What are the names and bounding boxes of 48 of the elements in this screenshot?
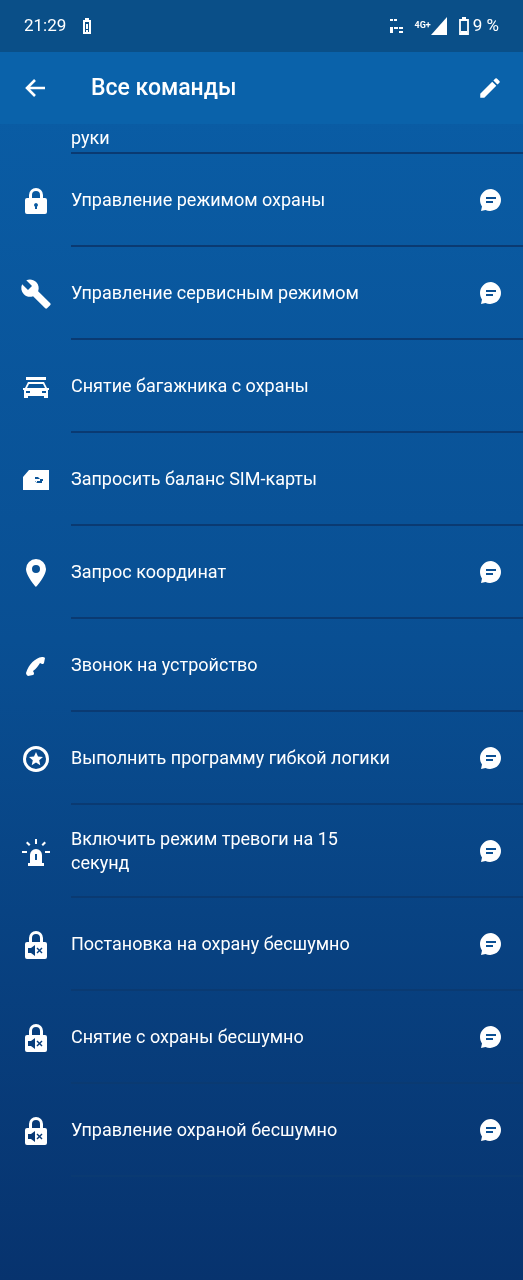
battery-icon [458, 17, 469, 35]
command-label: Включить режим тревоги на 15 секунд [71, 826, 339, 875]
command-item[interactable]: Управление сервисным режимом [0, 247, 523, 340]
command-label: Звонок на устройство [71, 652, 258, 677]
command-item[interactable]: Снятие багажника с охраны [0, 340, 523, 433]
command-label: Управление режимом охраны [71, 187, 326, 212]
message-icon[interactable] [479, 931, 503, 956]
message-icon[interactable] [479, 1117, 503, 1142]
command-item[interactable]: Запросить баланс SIM-карты [0, 433, 523, 526]
command-label: Запрос координат [71, 559, 227, 584]
command-label: Снятие с охраны бесшумно [71, 1024, 304, 1049]
clock: 21:29 [24, 14, 67, 38]
command-label: Постановка на охрану бесшумно [71, 931, 350, 956]
sim-card-icon [20, 468, 51, 491]
message-icon[interactable] [479, 745, 503, 770]
edit-pencil-icon[interactable] [477, 75, 503, 101]
command-label: Выполнить программу гибкой логики [71, 745, 390, 770]
location-pin-icon [24, 557, 47, 588]
muted-padlock-icon [23, 1022, 48, 1053]
command-label: Управление сервисным режимом [71, 280, 359, 305]
command-item[interactable]: Снятие с охраны бесшумно [0, 991, 523, 1084]
battery-saver-icon [82, 18, 93, 34]
padlock-icon [23, 186, 48, 215]
muted-padlock-icon [23, 1115, 48, 1146]
command-label: Управление охраной бесшумно [71, 1117, 338, 1142]
message-icon[interactable] [479, 559, 503, 584]
siren-icon [19, 837, 52, 866]
battery-level: 9 % [472, 14, 499, 38]
command-item[interactable]: Постановка на охрану бесшумно [0, 898, 523, 991]
message-icon[interactable] [479, 838, 503, 863]
muted-padlock-icon [23, 929, 48, 960]
command-item[interactable]: Включить режим тревоги на 15 секунд [0, 805, 523, 898]
command-item[interactable]: Управление режимом охраны [0, 154, 523, 247]
signal-icon [430, 17, 447, 35]
network-type: 4G+ [414, 19, 431, 33]
command-item[interactable]: Звонок на устройство [0, 619, 523, 712]
command-label: Снятие багажника с охраны [71, 373, 309, 398]
command-item[interactable]: Выполнить программу гибкой логики [0, 712, 523, 805]
message-icon[interactable] [479, 1024, 503, 1049]
command-item[interactable]: Запрос координат [0, 526, 523, 619]
message-icon[interactable] [479, 187, 503, 212]
message-icon[interactable] [479, 280, 503, 305]
wrench-icon [19, 277, 52, 310]
screen-title: Все команды [91, 72, 237, 103]
partial-command-label: руки [71, 126, 110, 150]
star-circle-icon [21, 744, 50, 773]
command-label: Запросить баланс SIM-карты [71, 466, 317, 491]
command-item[interactable]: Управление охраной бесшумно [0, 1084, 523, 1177]
